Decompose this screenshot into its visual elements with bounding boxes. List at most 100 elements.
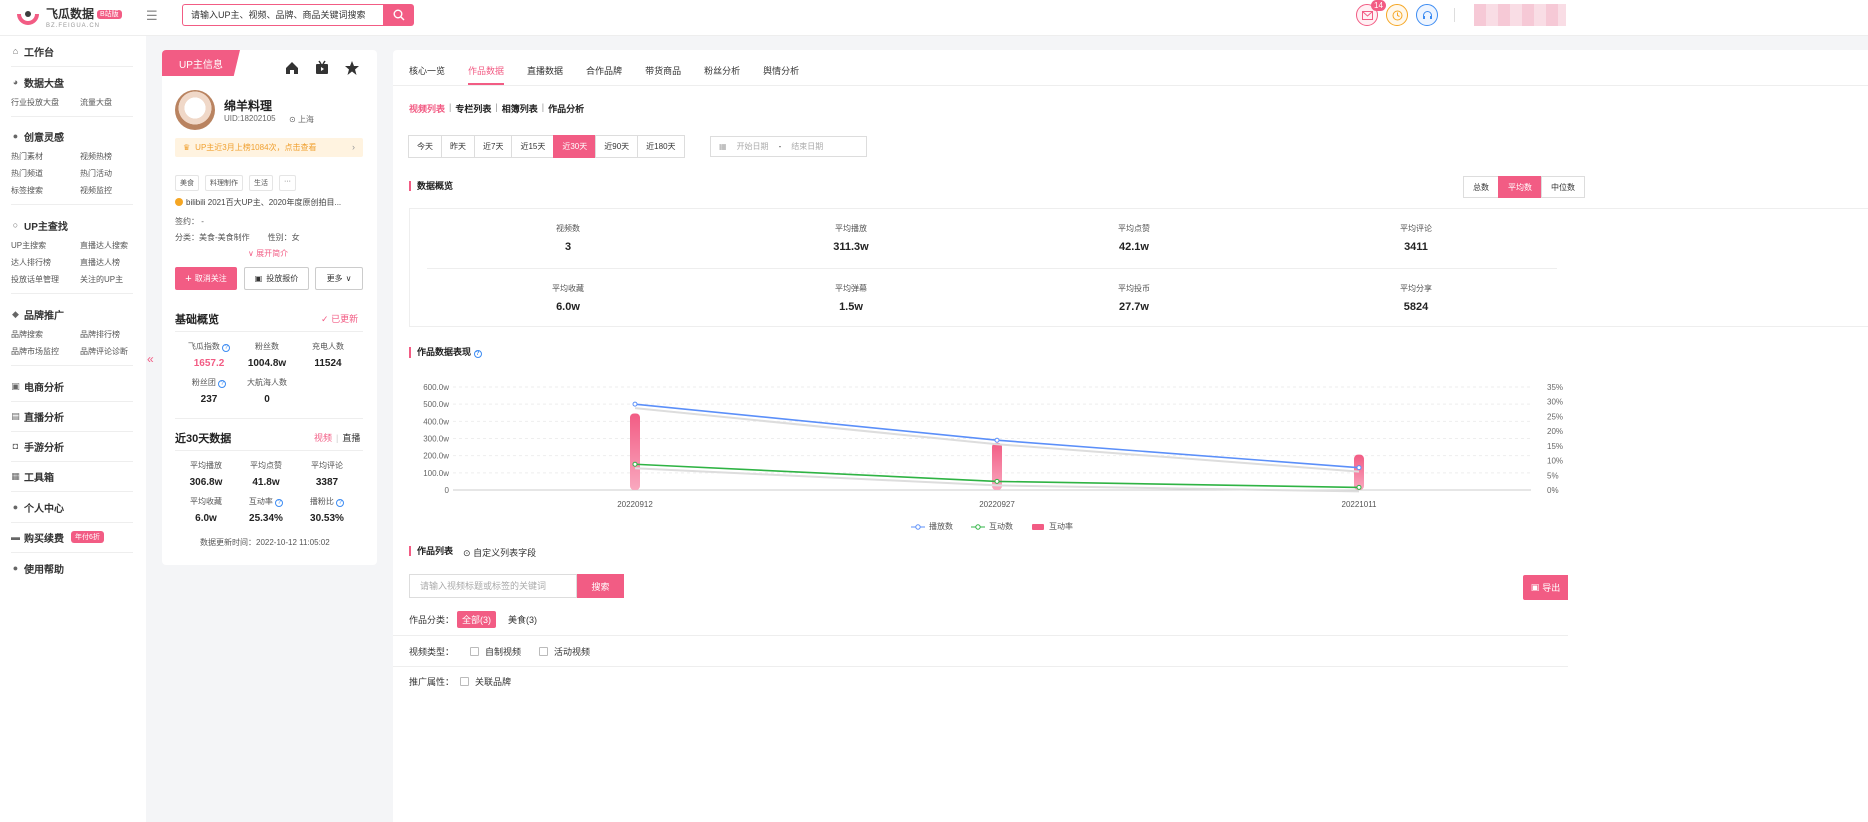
quote-button[interactable]: ▣ 投放报价 — [244, 267, 309, 290]
sidebar-item-help[interactable]: ● 使用帮助 — [11, 561, 133, 576]
more-button[interactable]: 更多 ∨ — [315, 267, 363, 290]
sidebar-item-mobile-game[interactable]: ◘ 手游分析 — [11, 439, 133, 454]
sidebar-link[interactable]: 品牌排行榜 — [80, 329, 133, 340]
tab-brands[interactable]: 合作品牌 — [586, 64, 622, 77]
sidebar-link[interactable]: 标签搜索 — [11, 185, 80, 196]
menu-toggle-icon[interactable]: ☰ — [146, 8, 160, 23]
sidebar-link[interactable]: 品牌市场监控 — [11, 346, 80, 357]
custom-fields-link[interactable]: ⊙ 自定义列表字段 — [463, 546, 536, 559]
promo-brand-checkbox[interactable]: 关联品牌 — [460, 675, 511, 688]
date-range-selector: 今天 昨天 近7天 近15天 近30天 近90天 近180天 — [408, 135, 685, 158]
sidebar-link[interactable]: 视频监控 — [80, 185, 133, 196]
range-90d[interactable]: 近90天 — [595, 135, 639, 158]
start-date[interactable]: 开始日期 — [737, 141, 769, 152]
sidebar-item-brand[interactable]: ◆ 品牌推广 — [11, 307, 133, 322]
sidebar-item-personal[interactable]: ● 个人中心 — [11, 500, 133, 515]
tab-works[interactable]: 作品数据 — [468, 64, 505, 85]
mail-button[interactable]: 14 — [1356, 0, 1386, 26]
collapse-sidebar-icon[interactable]: « — [147, 352, 154, 366]
range-15d[interactable]: 近15天 — [511, 135, 555, 158]
filter-promo: 推广属性： 关联品牌 — [409, 675, 512, 688]
legend-play[interactable]: 播放数 — [911, 521, 953, 532]
export-button[interactable]: ▣ 导出 — [1523, 575, 1568, 600]
y-tick-label: 0 — [445, 486, 450, 495]
sidebar-link[interactable]: 直播达人榜 — [80, 257, 133, 268]
sidebar-link[interactable]: 热门素材 — [11, 151, 80, 162]
sidebar-link[interactable]: 品牌搜索 — [11, 329, 80, 340]
logo[interactable]: 飞瓜数据 B站版 BZ.FEIGUA.CN — [16, 6, 122, 30]
customer-service-button[interactable] — [1416, 4, 1438, 26]
user-avatar[interactable] — [1474, 4, 1566, 26]
range-7d[interactable]: 近7天 — [474, 135, 513, 158]
work-search-input[interactable] — [409, 574, 577, 598]
sidebar-link[interactable]: 视频热榜 — [80, 151, 133, 162]
main-panel: 核心一览 作品数据 直播数据 合作品牌 带货商品 粉丝分析 舆情分析 视频列表 |… — [393, 50, 1868, 822]
up-avatar[interactable] — [175, 90, 215, 130]
sidebar-link[interactable]: 关注的UP主 — [80, 274, 133, 285]
subtab-video-list[interactable]: 视频列表 — [409, 102, 445, 115]
range-yesterday[interactable]: 昨天 — [441, 135, 475, 158]
video-icon[interactable] — [314, 60, 330, 76]
series-point — [1356, 465, 1362, 471]
sidebar-item-creative[interactable]: ● 创意灵感 — [11, 129, 133, 144]
tab-live[interactable]: 直播数据 — [527, 64, 563, 77]
homepage-icon[interactable] — [284, 60, 300, 76]
sidebar-link[interactable]: 热门频道 — [11, 168, 80, 179]
history-button[interactable] — [1386, 4, 1408, 26]
date-picker[interactable]: ▦ 开始日期 - 结束日期 — [710, 136, 867, 157]
update-time: 数据更新时间：2022-10-12 11:05:02 — [200, 538, 330, 547]
global-search-button[interactable] — [383, 4, 414, 26]
type-event-checkbox[interactable]: 活动视频 — [539, 645, 590, 658]
sidebar-item-workbench[interactable]: ⌂ 工作台 — [11, 44, 133, 59]
bulb-icon: ● — [12, 130, 19, 141]
range-30d[interactable]: 近30天 — [553, 135, 597, 158]
range-today[interactable]: 今天 — [408, 135, 442, 158]
category-all[interactable]: 全部(3) — [457, 611, 497, 628]
legend-interact-rate[interactable]: 互动率 — [1031, 521, 1073, 532]
up-rank-notice[interactable]: ♛ UP主近3月上榜1084次，点击查看 › — [175, 138, 363, 157]
work-search-button[interactable]: 搜索 — [577, 574, 624, 598]
end-date[interactable]: 结束日期 — [791, 141, 823, 152]
tab-sentiment[interactable]: 舆情分析 — [763, 64, 799, 77]
global-search-input[interactable] — [182, 4, 383, 26]
sidebar-link[interactable]: 品牌评论诊断 — [80, 346, 133, 357]
sidebar-item-toolbox[interactable]: ▦ 工具箱 — [11, 469, 133, 484]
sidebar-link[interactable]: 流量大盘 — [80, 97, 133, 108]
sidebar-link[interactable]: 直播达人搜索 — [80, 240, 133, 251]
category-food[interactable]: 美食(3) — [503, 611, 542, 628]
type-self-checkbox[interactable]: 自制视频 — [470, 645, 521, 658]
chevron-down-icon: ∨ — [345, 274, 352, 283]
mode-median[interactable]: 中位数 — [1541, 176, 1585, 198]
subtab-column-list[interactable]: 专栏列表 — [455, 102, 491, 115]
subtab-work-analysis[interactable]: 作品分析 — [548, 102, 584, 115]
sidebar-item-data-board[interactable]: ◕ 数据大盘 — [11, 75, 133, 90]
x-tick-label: 20220927 — [979, 500, 1015, 509]
switch-video[interactable]: 视频 — [314, 433, 332, 443]
mode-average[interactable]: 平均数 — [1498, 176, 1542, 198]
up-tag-more[interactable]: ··· — [279, 175, 296, 191]
range-180d[interactable]: 近180天 — [637, 135, 685, 158]
up-info-tag: UP主信息 — [162, 50, 240, 76]
legend-interact[interactable]: 互动数 — [971, 521, 1013, 532]
expand-intro-link[interactable]: ∨ 展开简介 — [248, 248, 288, 259]
sidebar-item-up-search[interactable]: ○ UP主查找 — [11, 218, 133, 233]
sidebar-link[interactable]: UP主搜索 — [11, 240, 80, 251]
help-icon: ? — [222, 344, 231, 352]
sidebar-link[interactable]: 热门活动 — [80, 168, 133, 179]
sidebar-link[interactable]: 行业投放大盘 — [11, 97, 80, 108]
unfollow-button[interactable]: + 取消关注 — [175, 267, 237, 290]
up-uid: UID:18202105 — [224, 114, 276, 123]
subtab-album-list[interactable]: 相簿列表 — [502, 102, 538, 115]
switch-live[interactable]: 直播 — [342, 433, 360, 443]
tab-core[interactable]: 核心一览 — [409, 64, 445, 77]
favorite-star-icon[interactable] — [344, 60, 360, 76]
tab-goods[interactable]: 带货商品 — [645, 64, 681, 77]
sidebar-link[interactable]: 达人排行榜 — [11, 257, 80, 268]
sidebar-link[interactable]: 投放话单管理 — [11, 274, 80, 285]
mode-total[interactable]: 总数 — [1463, 176, 1499, 198]
sidebar-item-live[interactable]: ▤ 直播分析 — [11, 409, 133, 424]
tab-fans[interactable]: 粉丝分析 — [704, 64, 740, 77]
sidebar-item-purchase[interactable]: ▬ 购买续费 年付6折 — [11, 530, 133, 545]
sidebar-item-ecommerce[interactable]: ▣ 电商分析 — [11, 379, 133, 394]
card-icon: ▬ — [11, 531, 20, 542]
